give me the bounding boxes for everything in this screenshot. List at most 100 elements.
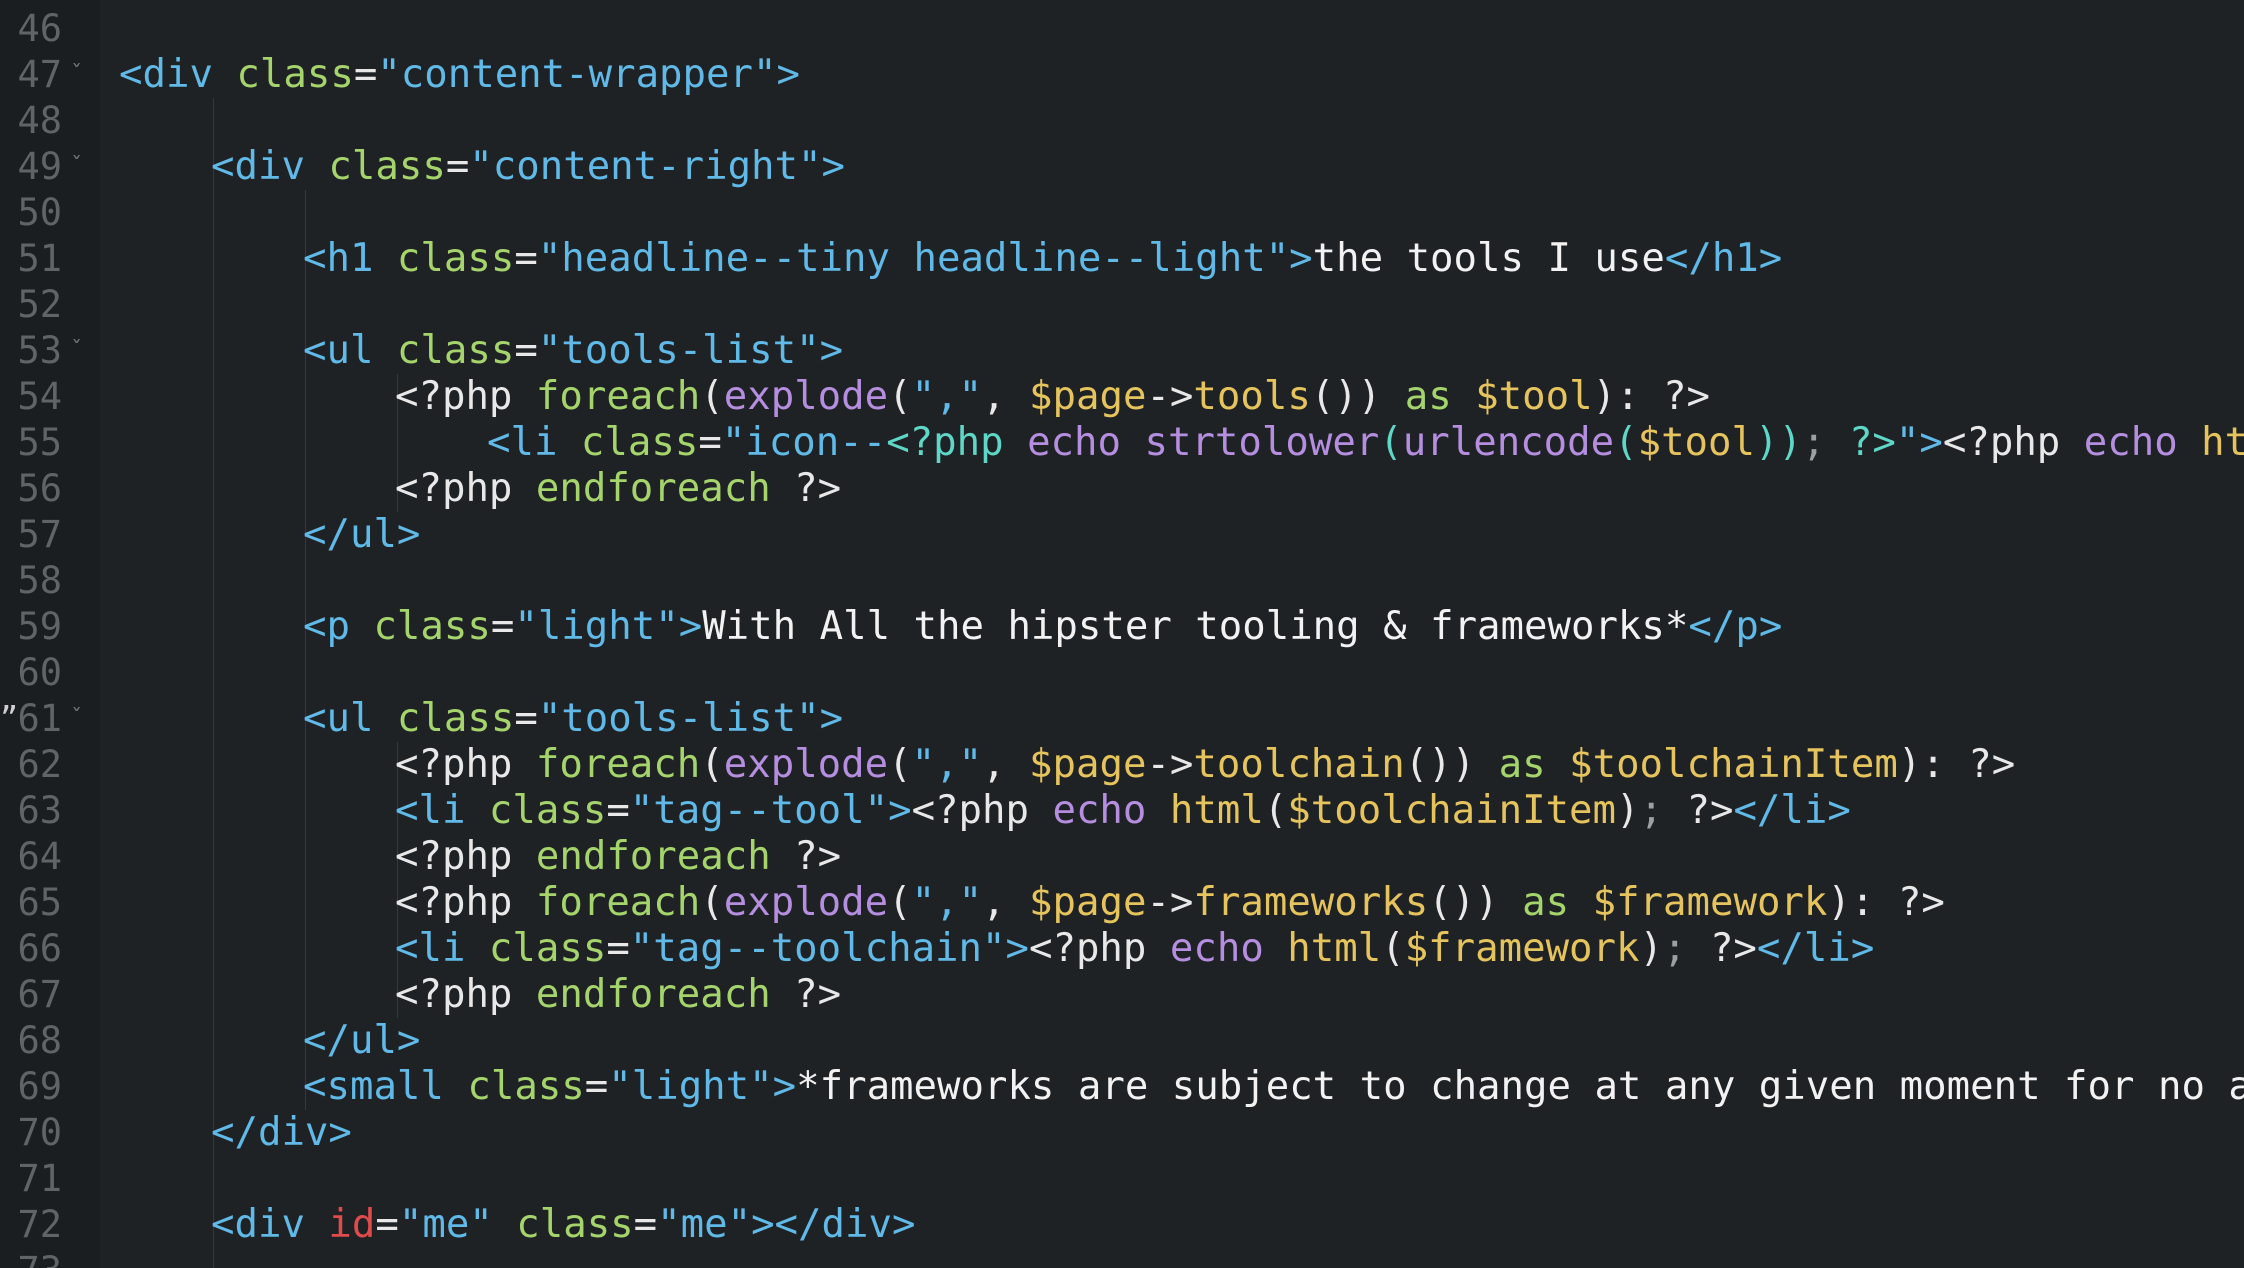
code-token: <div bbox=[119, 52, 237, 97]
code-line[interactable]: 56 <?php endforeach ?> bbox=[0, 466, 2244, 512]
code-line[interactable]: 51 <h1 class="headline--tiny headline--li… bbox=[0, 236, 2244, 282]
code-line[interactable]: 68 </ul> bbox=[0, 1018, 2244, 1064]
code-token: ): ?> bbox=[1897, 742, 2016, 787]
code-token: ( bbox=[1381, 926, 1405, 971]
code-line[interactable]: 47 ˇ <div class="content-wrapper"> bbox=[0, 52, 2244, 98]
code-text: <ul class="tools-list"> bbox=[303, 696, 843, 742]
code-token: "tools-list" bbox=[537, 696, 820, 741]
line-number: 53 bbox=[17, 329, 62, 372]
code-text: <?php foreach(explode(",", $page->framew… bbox=[395, 880, 1945, 926]
code-token: "light" bbox=[608, 1064, 773, 1109]
code-token: strtolower bbox=[1144, 420, 1380, 465]
code-token: </li> bbox=[1756, 926, 1875, 971]
code-token: > bbox=[819, 328, 844, 373]
code-line[interactable]: 59 <p class="light">With All the hipster … bbox=[0, 604, 2244, 650]
code-line[interactable]: 64 <?php endforeach ?> bbox=[0, 834, 2244, 880]
line-number: 61 bbox=[17, 697, 62, 740]
line-number: 55 bbox=[17, 421, 62, 464]
code-token: , bbox=[982, 880, 1030, 925]
code-token: ( bbox=[888, 880, 912, 925]
code-token: "tag--toolchain" bbox=[629, 926, 1006, 971]
code-line[interactable]: 54 <?php foreach(explode(",", $page->tool… bbox=[0, 374, 2244, 420]
chevron-down-icon[interactable]: ˇ bbox=[70, 144, 83, 190]
code-token: , bbox=[982, 742, 1030, 787]
code-editor[interactable]: 46 47 ˇ <div class="content-wrapper"> 48 49 ˇ <… bbox=[0, 0, 2244, 1268]
code-line[interactable]: 50 bbox=[0, 190, 2244, 236]
code-line[interactable]: 46 bbox=[0, 6, 2244, 52]
code-token: "tag--tool" bbox=[629, 788, 889, 833]
code-token: "me" bbox=[657, 1202, 752, 1247]
code-text: <?php foreach(explode(",", $page->toolch… bbox=[395, 742, 2015, 788]
code-token: "headline--tiny headline--light" bbox=[537, 236, 1290, 281]
code-line[interactable]: 67 <?php endforeach ?> bbox=[0, 972, 2244, 1018]
code-text: <h1 class="headline--tiny headline--ligh… bbox=[303, 236, 1782, 282]
code-token: foreach bbox=[535, 880, 701, 925]
code-token: ?> bbox=[1709, 926, 1757, 971]
code-token: urlencode bbox=[1402, 420, 1615, 465]
code-token: echo bbox=[1169, 926, 1288, 971]
code-token: "," bbox=[911, 742, 983, 787]
code-line[interactable]: 66 <li class="tag--toolchain"><?php echo … bbox=[0, 926, 2244, 972]
chevron-down-icon[interactable]: ˇ bbox=[70, 696, 83, 742]
code-token: = bbox=[606, 926, 630, 971]
code-line[interactable]: 60 bbox=[0, 650, 2244, 696]
line-number: 51 bbox=[17, 237, 62, 280]
chevron-down-icon[interactable]: ˇ bbox=[70, 328, 83, 374]
code-token: class bbox=[488, 788, 607, 833]
line-number: 73 bbox=[0, 1248, 62, 1268]
code-token: > bbox=[1919, 420, 1943, 465]
code-line[interactable]: ” 61 ˇ <ul class="tools-list"> bbox=[0, 696, 2244, 742]
code-token: $toolchainItem bbox=[1287, 788, 1617, 833]
code-token: endforeach bbox=[535, 972, 771, 1017]
code-line[interactable]: 53 ˇ <ul class="tools-list"> bbox=[0, 328, 2244, 374]
code-line[interactable]: 70 </div> bbox=[0, 1110, 2244, 1156]
chevron-down-icon[interactable]: ˇ bbox=[70, 52, 83, 98]
code-line[interactable]: 48 bbox=[0, 98, 2244, 144]
code-line[interactable]: 73 bbox=[0, 1248, 2244, 1268]
code-token: > bbox=[1289, 236, 1313, 281]
code-line[interactable]: 65 <?php foreach(explode(",", $page->fram… bbox=[0, 880, 2244, 926]
code-token: <?php bbox=[395, 374, 536, 419]
code-token: <?php bbox=[395, 466, 536, 511]
code-line[interactable]: 49 ˇ <div class="content-right"> bbox=[0, 144, 2244, 190]
code-token: <?php bbox=[395, 880, 536, 925]
line-number: 66 bbox=[17, 927, 62, 970]
code-token: echo bbox=[1052, 788, 1170, 833]
code-text: <?php endforeach ?> bbox=[395, 466, 841, 512]
code-token: *frameworks are subject to change at any… bbox=[796, 1064, 2244, 1109]
code-token: foreach bbox=[535, 374, 701, 419]
code-line[interactable]: 71 bbox=[0, 1156, 2244, 1202]
code-token: ; bbox=[1662, 926, 1710, 971]
code-token: "," bbox=[911, 880, 983, 925]
code-token: ()) bbox=[1404, 742, 1499, 787]
code-token: </ul> bbox=[303, 512, 421, 557]
code-line[interactable]: 57 </ul> bbox=[0, 512, 2244, 558]
line-number: 59 bbox=[17, 605, 62, 648]
code-token: <?php bbox=[1942, 420, 2084, 465]
code-token: class bbox=[328, 144, 446, 189]
code-token: > bbox=[821, 144, 845, 189]
code-line[interactable]: 63 <li class="tag--tool"><?php echo html(… bbox=[0, 788, 2244, 834]
code-token: as bbox=[1498, 742, 1570, 787]
code-token: endforeach bbox=[535, 466, 771, 511]
code-token: id bbox=[328, 1202, 376, 1247]
code-token: > bbox=[776, 52, 800, 97]
code-token: <ul bbox=[303, 696, 397, 741]
code-line[interactable]: 55 <li class="icon--<?php echo strtolower… bbox=[0, 420, 2244, 466]
code-line[interactable]: 52 bbox=[0, 282, 2244, 328]
code-token: $page bbox=[1029, 742, 1147, 787]
line-number: 49 bbox=[17, 145, 62, 188]
code-token: class bbox=[236, 52, 354, 97]
code-token: = bbox=[514, 696, 538, 741]
line-number: 60 bbox=[17, 651, 62, 694]
code-line[interactable]: 58 bbox=[0, 558, 2244, 604]
code-line[interactable]: 72 <div id="me" class="me"></div> bbox=[0, 1202, 2244, 1248]
line-number: 67 bbox=[17, 973, 62, 1016]
code-token: class bbox=[396, 328, 515, 373]
code-token: ( bbox=[888, 374, 912, 419]
code-line[interactable]: 69 <small class="light">*frameworks are s… bbox=[0, 1064, 2244, 1110]
code-token: " bbox=[1895, 420, 1920, 465]
code-line[interactable]: 62 <?php foreach(explode(",", $page->tool… bbox=[0, 742, 2244, 788]
code-token: explode bbox=[723, 374, 889, 419]
